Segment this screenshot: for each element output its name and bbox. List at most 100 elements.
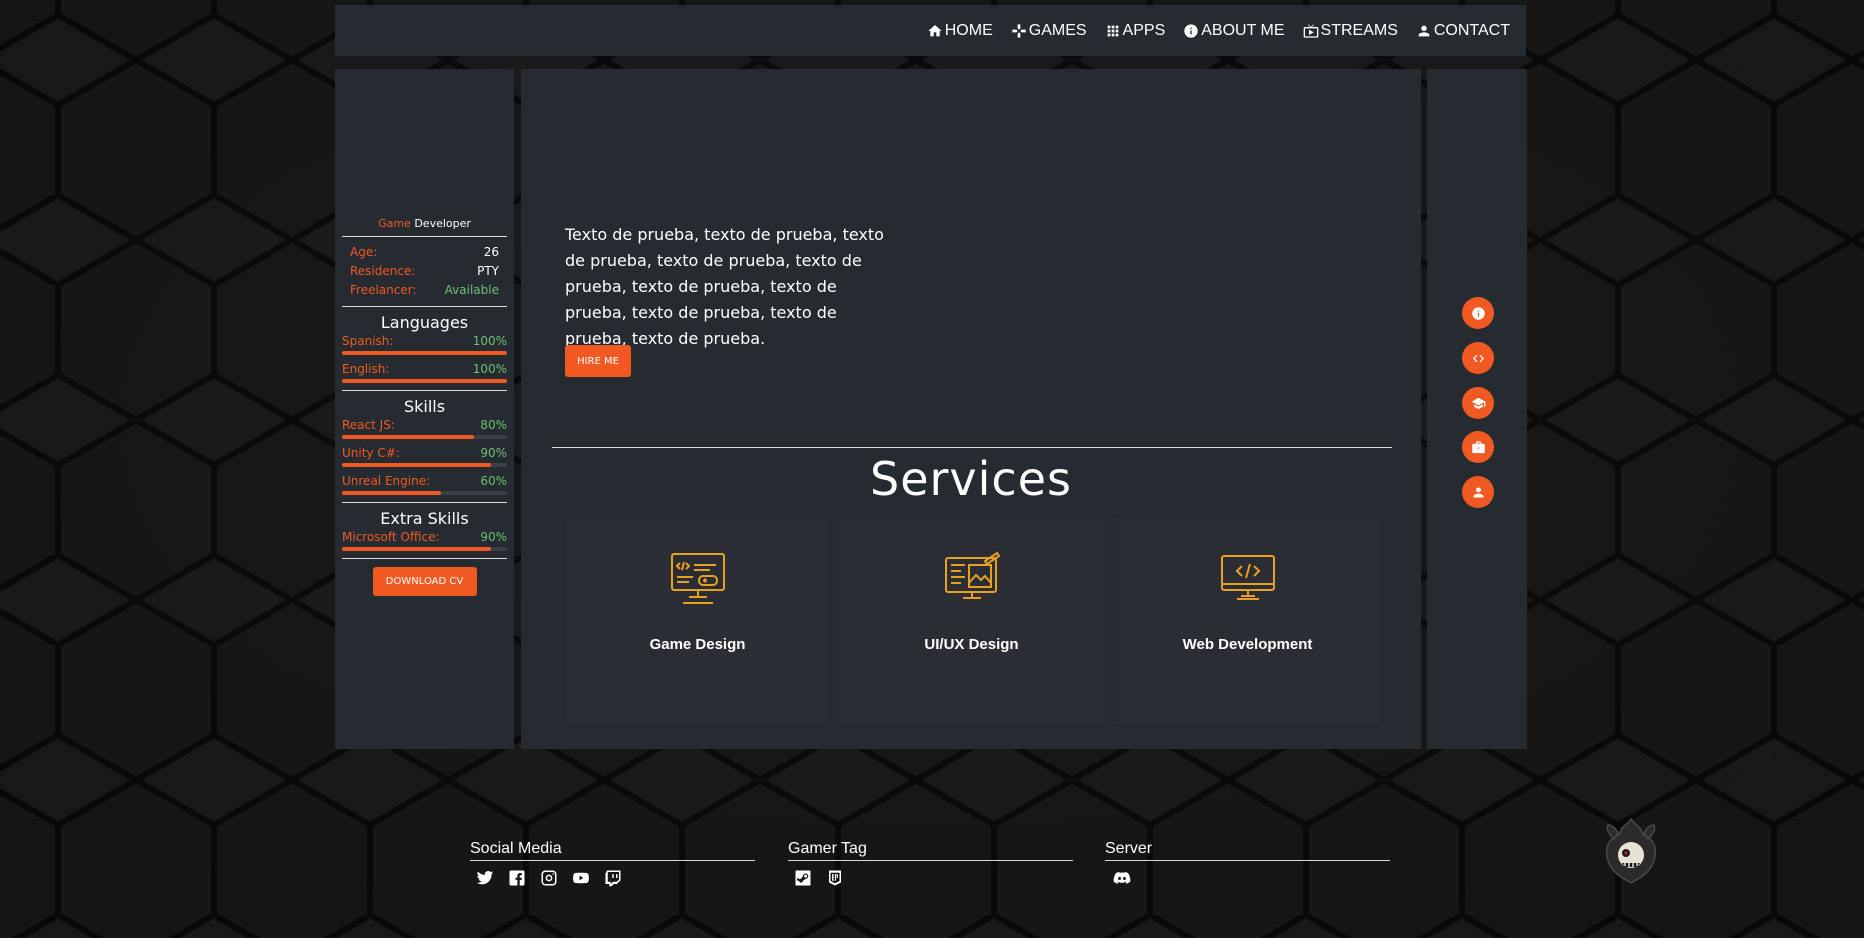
epic-games-icon[interactable] (826, 869, 844, 887)
discord-icon[interactable] (1111, 869, 1133, 887)
game-design-icon (671, 553, 725, 604)
info-row-freelancer: Freelancer: Available (342, 281, 507, 300)
skill-value: 90% (480, 530, 507, 544)
progress-track (342, 547, 507, 551)
intro-text: Texto de prueba, texto de prueba, texto … (565, 225, 884, 348)
footer-title: Gamer Tag (788, 840, 867, 857)
divider (342, 390, 507, 391)
server-icons (1105, 869, 1390, 887)
progress-track (342, 379, 507, 383)
user-icon (1473, 487, 1483, 497)
nav-home-label: HOME (944, 21, 993, 39)
youtube-icon[interactable] (572, 869, 590, 887)
gamer-icons (788, 869, 1073, 887)
profile-panel: Game Developer Age: 26 Residence: PTY Fr… (335, 69, 514, 749)
nav-about-label: ABOUT ME (1201, 21, 1285, 39)
skill-name: React JS: (342, 418, 395, 432)
briefcase-icon (1471, 440, 1485, 453)
info-row-residence: Residence: PTY (342, 262, 507, 281)
role-accent: Game (378, 217, 411, 230)
apps-grid-icon (1107, 25, 1118, 36)
footer-divider (788, 860, 1073, 861)
ghost-mascot-icon[interactable] (1600, 815, 1662, 885)
service-card-game-design[interactable]: Game Design (565, 519, 830, 724)
service-card-web-development[interactable]: Web Development (1115, 519, 1380, 724)
nav-apps-label: APPS (1122, 21, 1166, 39)
nav-games[interactable]: GAMES (1011, 22, 1087, 40)
skill-value: 60% (480, 474, 507, 488)
services-title: Services (870, 452, 1072, 506)
footer-server: Server (1105, 840, 1390, 887)
info-value: Available (444, 283, 499, 297)
footer-divider (1105, 860, 1390, 861)
skill-row: Unreal Engine: 60% (342, 474, 507, 489)
side-nav-about[interactable] (1462, 297, 1494, 329)
progress-track (342, 491, 507, 495)
section-divider (552, 447, 1392, 448)
download-cv-button[interactable]: DOWNLOAD CV (372, 567, 477, 596)
progress-track (342, 463, 507, 467)
skill-row: Spanish: 100% (342, 334, 507, 349)
web-development-icon (1221, 555, 1275, 600)
extra-skills-title: Extra Skills (380, 509, 469, 528)
skills-title: Skills (403, 397, 446, 416)
divider (342, 502, 507, 503)
nav-streams[interactable]: STREAMS (1303, 22, 1398, 40)
skill-name: Microsoft Office: (342, 530, 440, 544)
social-icons (470, 869, 755, 887)
nav-contact-label: CONTACT (1433, 21, 1510, 39)
home-icon (928, 24, 942, 36)
user-icon (1418, 25, 1430, 36)
skill-value: 90% (480, 446, 507, 460)
gamepad-icon (1012, 23, 1026, 38)
steam-icon[interactable] (794, 869, 812, 887)
nav-contact[interactable]: CONTACT (1416, 22, 1510, 40)
skill-row: Unity C#: 90% (342, 446, 507, 461)
progress-fill (342, 547, 491, 551)
divider (342, 236, 507, 237)
service-card-ui-ux[interactable]: UI/UX Design (839, 519, 1104, 724)
info-key: Residence: (350, 264, 416, 278)
progress-track (342, 351, 507, 355)
skill-value: 80% (480, 418, 507, 432)
skill-value: 100% (472, 362, 507, 376)
facebook-icon[interactable] (508, 869, 526, 887)
twitch-icon[interactable] (604, 869, 622, 887)
progress-fill (342, 463, 491, 467)
divider (342, 306, 507, 307)
skill-name: Unity C#: (342, 446, 400, 460)
role-text: Developer (414, 217, 471, 230)
nav-home[interactable]: HOME (927, 22, 993, 40)
instagram-icon[interactable] (540, 869, 558, 887)
skill-row: Microsoft Office: 90% (342, 530, 507, 545)
stream-icon (1303, 23, 1318, 38)
footer-social-media: Social Media (470, 840, 755, 887)
ui-ux-design-icon (945, 551, 1001, 599)
info-row-age: Age: 26 (342, 243, 507, 262)
nav-games-label: GAMES (1028, 21, 1087, 39)
info-key: Age: (350, 245, 378, 259)
nav-streams-label: STREAMS (1320, 21, 1398, 39)
code-icon (1472, 354, 1484, 362)
skill-row: English: 100% (342, 362, 507, 377)
twitter-icon[interactable] (476, 869, 494, 887)
side-nav-code[interactable] (1462, 342, 1494, 374)
side-section-nav (1427, 69, 1527, 749)
progress-fill (342, 491, 441, 495)
side-nav-education[interactable] (1462, 387, 1494, 419)
side-nav-experience[interactable] (1462, 431, 1494, 463)
footer-title: Social Media (470, 840, 562, 857)
nav-apps[interactable]: APPS (1105, 21, 1166, 40)
skill-row: React JS: 80% (342, 418, 507, 433)
languages-title: Languages (380, 313, 469, 332)
divider (342, 558, 507, 559)
side-nav-contact[interactable] (1462, 476, 1494, 508)
info-value: PTY (477, 264, 499, 278)
skill-name: Unreal Engine: (342, 474, 431, 488)
progress-fill (342, 379, 507, 383)
nav-about-me[interactable]: ABOUT ME (1183, 21, 1285, 40)
progress-track (342, 435, 507, 439)
progress-fill (342, 435, 474, 439)
hire-me-button[interactable]: HIRE ME (565, 345, 631, 377)
role-title: Game Developer (342, 217, 507, 230)
